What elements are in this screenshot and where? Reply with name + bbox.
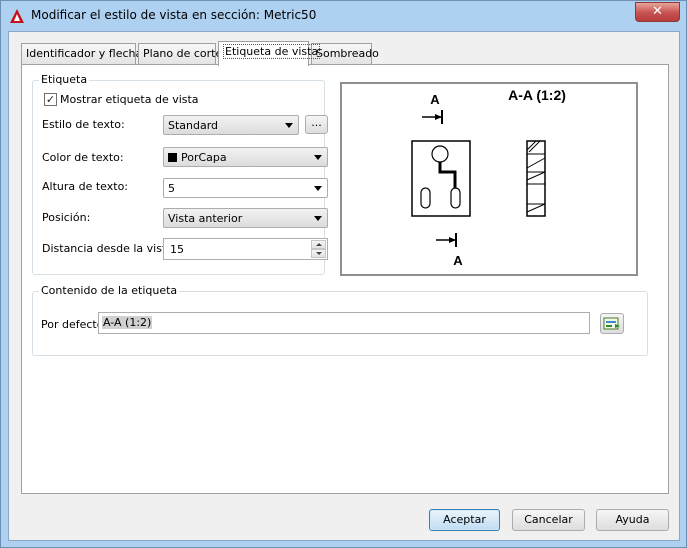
distance-value: 15 — [170, 243, 184, 256]
help-button[interactable]: Ayuda — [596, 509, 669, 531]
tab-label: Identificador y flechas — [26, 47, 148, 60]
close-button[interactable]: ✕ — [635, 2, 680, 22]
position-label: Posición: — [42, 211, 91, 224]
text-height-label: Altura de texto: — [42, 180, 129, 193]
text-style-label: Estilo de texto: — [42, 118, 125, 131]
color-swatch — [168, 153, 177, 162]
autocad-app-icon — [10, 9, 24, 23]
edit-label-content-button[interactable] — [600, 313, 624, 334]
tab-label: Etiqueta de vista — [223, 44, 321, 59]
text-style-value: Standard — [168, 119, 219, 132]
section-view-preview: A A-A (1:2) A — [411, 87, 566, 268]
text-color-value: PorCapa — [181, 151, 227, 164]
chevron-down-icon — [314, 186, 322, 191]
text-height-value: 5 — [168, 182, 175, 195]
preview-view-label: A-A (1:2) — [508, 87, 566, 103]
position-value: Vista anterior — [168, 212, 243, 225]
text-style-dropdown[interactable]: Standard — [163, 115, 299, 135]
preview-panel: A A-A (1:2) A — [340, 82, 638, 276]
text-color-label: Color de texto: — [42, 151, 124, 164]
label-content-group-title: Contenido de la etiqueta — [39, 284, 180, 297]
chevron-down-icon — [285, 123, 293, 128]
cancel-button[interactable]: Cancelar — [512, 509, 585, 531]
chevron-down-icon — [314, 155, 322, 160]
distance-spinner[interactable]: 15 — [163, 238, 328, 260]
text-style-browse-button[interactable]: ... — [305, 115, 328, 134]
section-letter-bottom: A — [453, 253, 463, 268]
tab-etiqueta-de-vista[interactable]: Etiqueta de vista — [218, 41, 321, 66]
window-title: Modificar el estilo de vista en sección:… — [31, 8, 317, 22]
label-group-title: Etiqueta — [39, 73, 90, 86]
distance-label: Distancia desde la vista: — [42, 242, 177, 255]
position-dropdown[interactable]: Vista anterior — [163, 208, 328, 228]
text-height-dropdown[interactable]: 5 — [163, 178, 328, 198]
text-color-dropdown[interactable]: PorCapa — [163, 147, 328, 167]
text-color-display: PorCapa — [168, 151, 227, 164]
ok-button[interactable]: Aceptar — [429, 509, 500, 531]
tab-label: Plano de corte — [143, 47, 223, 60]
tab-identificador-y-flechas[interactable]: Identificador y flechas — [21, 43, 148, 64]
chevron-down-icon — [314, 216, 322, 221]
spinner-down-icon[interactable] — [311, 249, 326, 258]
tab-label: Sombreado — [316, 47, 379, 60]
label-groupbox: Etiqueta ✓ Mostrar etiqueta de vista Est… — [32, 73, 328, 275]
tab-plano-de-corte[interactable]: Plano de corte — [138, 43, 222, 64]
tab-sombreado[interactable]: Sombreado — [311, 43, 379, 64]
title-bar[interactable]: Modificar el estilo de vista en sección:… — [1, 1, 686, 31]
show-label-checkbox[interactable]: ✓ — [44, 93, 57, 106]
label-content-value: A-A (1:2) — [102, 316, 153, 329]
show-label-text: Mostrar etiqueta de vista — [60, 93, 199, 106]
label-content-input[interactable]: A-A (1:2) — [98, 312, 590, 334]
section-letter-top: A — [430, 92, 440, 107]
dialog-client-area: Identificador y flechas Plano de corte E… — [8, 31, 680, 541]
spinner-up-icon[interactable] — [311, 240, 326, 249]
tab-panel-etiqueta-de-vista: Etiqueta ✓ Mostrar etiqueta de vista Est… — [21, 64, 669, 494]
dialog-window: Modificar el estilo de vista en sección:… — [0, 0, 687, 548]
field-edit-icon — [603, 317, 620, 330]
